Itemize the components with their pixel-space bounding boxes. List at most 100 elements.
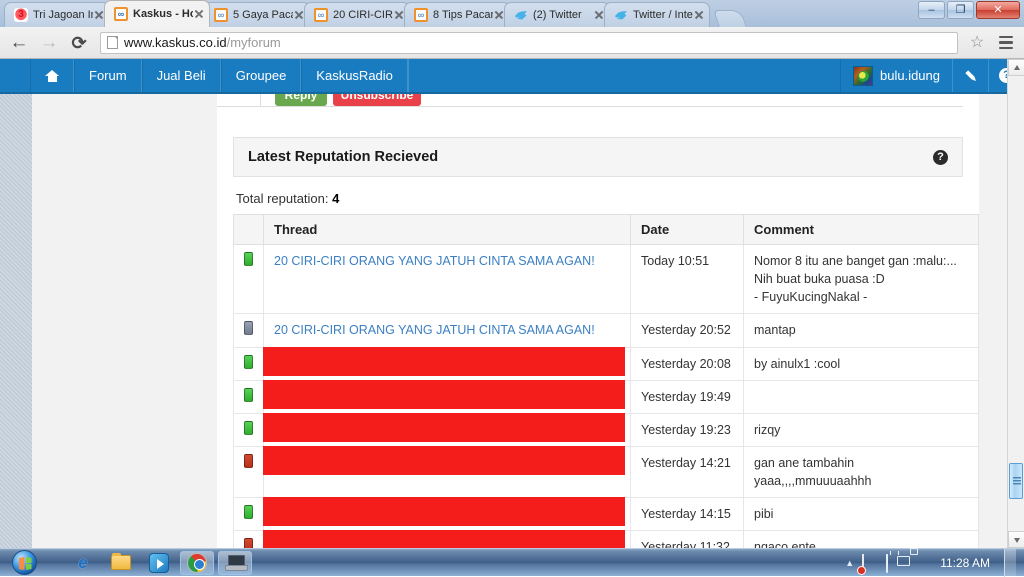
thread-cell: 20 CIRI-CIRI ORANG YANG JATUH CINTA SAMA… (264, 245, 631, 314)
thread-cell (264, 380, 631, 413)
reply-button[interactable]: Reply (275, 94, 327, 106)
thread-cell (264, 531, 631, 548)
internet-explorer-icon: e (78, 553, 87, 573)
kaskus-icon (114, 7, 128, 21)
close-icon[interactable] (693, 9, 705, 21)
back-arrow-icon: ← (8, 32, 30, 54)
forward-button[interactable]: → (38, 32, 60, 54)
laptop-icon (225, 555, 246, 570)
browser-tab-6[interactable]: (2) Twitter (504, 2, 610, 27)
nav-home-button[interactable] (30, 59, 74, 92)
browser-tab-5[interactable]: 8 Tips Pacara (404, 2, 510, 27)
scroll-down-arrow-icon[interactable] (1008, 531, 1024, 548)
hamburger-menu-icon[interactable] (996, 32, 1016, 54)
browser-tab-3[interactable]: 5 Gaya Pacar (204, 2, 310, 27)
network-icon[interactable] (910, 555, 926, 571)
show-desktop-button[interactable] (1004, 549, 1016, 577)
taskbar-clock[interactable]: 11:28 AM (934, 556, 996, 570)
user-menu[interactable]: bulu.idung (840, 59, 952, 92)
table-row: Yesterday 19:49 (234, 380, 979, 413)
nav-item-jual-beli[interactable]: Jual Beli (142, 59, 221, 92)
reputation-green-icon (244, 421, 253, 435)
kaskus-icon (414, 8, 428, 22)
avatar (853, 66, 873, 86)
nav-item-forum[interactable]: Forum (74, 59, 142, 92)
date-cell: Yesterday 11:32 (631, 531, 744, 548)
taskbar-media-player-icon[interactable] (142, 551, 176, 575)
reputation-green-icon (244, 252, 253, 266)
redacted-thread (274, 454, 620, 469)
redacted-thread (274, 421, 620, 436)
address-bar[interactable]: www.kaskus.co.id/myforum (100, 32, 958, 54)
site-nav-right: bulu.idung ? (840, 59, 1024, 92)
url-path: /myforum (227, 35, 281, 50)
browser-tab-4[interactable]: 20 CIRI-CIRI ( (304, 2, 410, 27)
page-body: Reply Unsubscribe Latest Reputation Reci… (0, 94, 1024, 548)
reputation-table-body: 20 CIRI-CIRI ORANG YANG JATUH CINTA SAMA… (234, 245, 979, 549)
close-icon[interactable] (193, 8, 205, 20)
reputation-indicator-cell (234, 531, 264, 548)
browser-window: Tri Jagoan Int Kaskus - Hom 5 Gaya Pacar… (0, 0, 1024, 548)
comment-cell: Nomor 8 itu ane banget gan :malu:... Nih… (744, 245, 979, 314)
browser-toolbar: ← → ⟳ www.kaskus.co.id/myforum ☆ (0, 27, 1024, 59)
folder-icon (111, 555, 131, 570)
taskbar-windows-explorer-icon[interactable] (104, 551, 138, 575)
maximize-button[interactable]: ❐ (947, 1, 974, 19)
table-row: Yesterday 14:21 gan ane tambahin yaaa,,,… (234, 446, 979, 497)
thread-link[interactable]: 20 CIRI-CIRI ORANG YANG JATUH CINTA SAMA… (274, 254, 595, 268)
redaction-block (263, 413, 625, 442)
show-hidden-icons-icon[interactable]: ▲ (845, 558, 854, 568)
column-header-thread: Thread (264, 215, 631, 245)
bookmark-star-icon[interactable]: ☆ (966, 32, 988, 54)
start-button[interactable] (0, 549, 48, 577)
reputation-indicator-cell (234, 347, 264, 380)
reputation-green-icon (244, 388, 253, 402)
unsubscribe-button[interactable]: Unsubscribe (333, 94, 421, 106)
thread-cell (264, 347, 631, 380)
back-button[interactable]: ← (8, 32, 30, 54)
column-header-date: Date (631, 215, 744, 245)
thread-link[interactable]: 20 CIRI-CIRI ORANG YANG JATUH CINTA SAMA… (274, 323, 595, 337)
action-center-flag-icon[interactable] (862, 555, 878, 571)
redacted-thread (274, 505, 620, 520)
nav-item-groupee[interactable]: Groupee (221, 59, 302, 92)
comment-cell: pibi (744, 498, 979, 531)
taskbar-chrome-icon[interactable] (180, 551, 214, 575)
column-header-icon (234, 215, 264, 245)
table-row: 20 CIRI-CIRI ORANG YANG JATUH CINTA SAMA… (234, 245, 979, 314)
comment-cell: ngaco ente (744, 531, 979, 548)
pencil-icon (961, 66, 981, 86)
section-help-icon[interactable]: ? (933, 150, 948, 165)
comment-cell: by ainulx1 :cool (744, 347, 979, 380)
date-cell: Yesterday 19:49 (631, 380, 744, 413)
browser-tab-1[interactable]: Tri Jagoan Int (4, 2, 110, 27)
comment-cell: gan ane tambahin yaaa,,,,mmuuuaahhh (744, 446, 979, 497)
tab-title: 20 CIRI-CIRI ( (333, 9, 393, 21)
taskbar-internet-explorer-icon[interactable]: e (66, 551, 100, 575)
page-scrollbar[interactable] (1007, 59, 1024, 548)
page-document-icon (107, 36, 118, 49)
redaction-block (263, 497, 625, 526)
reputation-indicator-cell (234, 498, 264, 531)
compose-button[interactable] (952, 59, 988, 92)
taskbar-remote-desktop-icon[interactable] (218, 551, 252, 575)
close-window-button[interactable]: ✕ (976, 1, 1020, 19)
browser-tab-7[interactable]: Twitter / Inte (604, 2, 710, 27)
thread-cell (264, 446, 631, 497)
tab-title: (2) Twitter (533, 9, 593, 21)
tab-title: Kaskus - Hom (133, 8, 193, 20)
date-cell: Yesterday 20:52 (631, 314, 744, 347)
browser-tab-2[interactable]: Kaskus - Hom (104, 0, 210, 27)
new-tab-button[interactable] (713, 10, 747, 27)
reputation-indicator-cell (234, 380, 264, 413)
scrollbar-thumb[interactable] (1009, 463, 1023, 499)
minimize-button[interactable]: – (918, 1, 945, 19)
tab-title: 5 Gaya Pacar (233, 9, 293, 21)
thread-cell (264, 498, 631, 531)
username-label: bulu.idung (880, 68, 940, 83)
reputation-green-icon (244, 355, 253, 369)
reputation-indicator-cell (234, 245, 264, 314)
scroll-up-arrow-icon[interactable] (1008, 59, 1024, 76)
reload-button[interactable]: ⟳ (68, 32, 90, 54)
nav-item-kaskusradio[interactable]: KaskusRadio (301, 59, 408, 92)
